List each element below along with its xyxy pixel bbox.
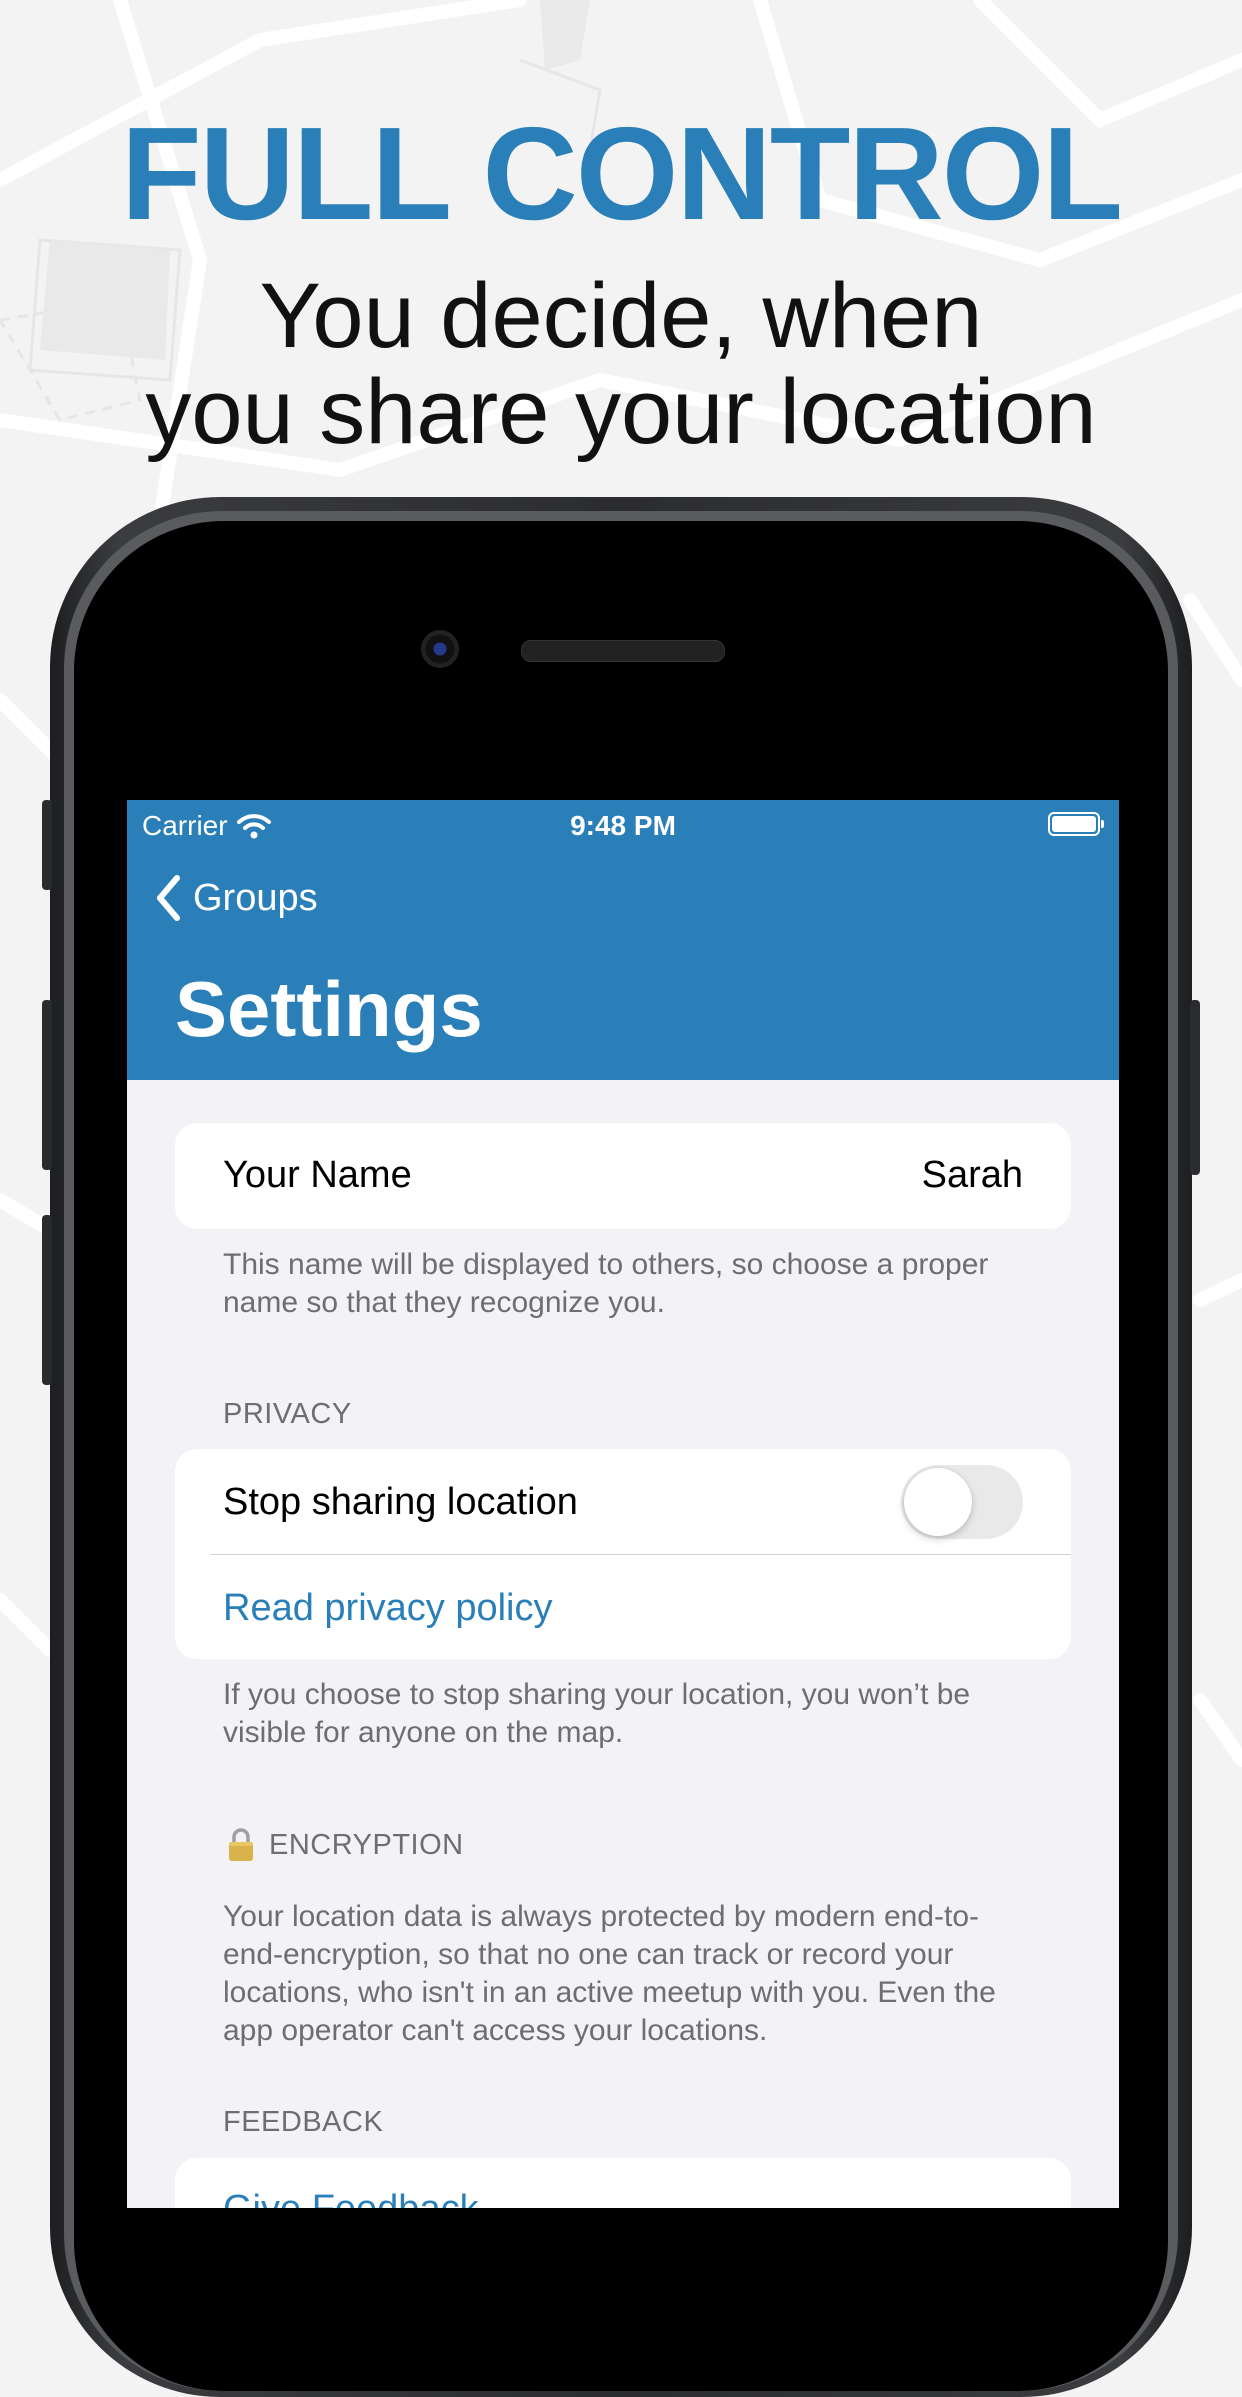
earpiece-speaker bbox=[521, 640, 725, 662]
privacy-card: Stop sharing location Read privacy polic… bbox=[175, 1449, 1071, 1659]
phone-volume-down-button bbox=[42, 1215, 52, 1385]
lock-icon bbox=[229, 1828, 253, 1861]
name-value: Sarah bbox=[921, 1154, 1023, 1196]
feedback-header: FEEDBACK bbox=[223, 2106, 384, 2138]
feedback-card: Give Feedback bbox=[175, 2158, 1071, 2208]
promo-headline: FULL CONTROL bbox=[120, 100, 1123, 247]
page-title: Settings bbox=[175, 965, 483, 1053]
encryption-header: ENCRYPTION bbox=[227, 1827, 464, 1863]
promo-subline: You decide, when you share your location bbox=[0, 268, 1242, 460]
toggle-knob bbox=[904, 1468, 972, 1536]
status-time: 9:48 PM bbox=[570, 810, 676, 841]
stop-sharing-label: Stop sharing location bbox=[223, 1481, 578, 1523]
give-feedback-link[interactable]: Give Feedback bbox=[223, 2188, 1023, 2208]
promo-subline-line-2: you share your location bbox=[145, 361, 1097, 463]
name-footer: This name will be displayed to others, s… bbox=[223, 1248, 989, 1319]
stop-sharing-toggle[interactable] bbox=[901, 1465, 1023, 1539]
name-label: Your Name bbox=[223, 1154, 412, 1196]
phone-volume-up-button bbox=[42, 1000, 52, 1170]
battery-icon bbox=[1048, 812, 1104, 836]
back-button[interactable]: Groups bbox=[155, 874, 318, 922]
phone-power-button bbox=[1190, 1000, 1200, 1175]
front-camera bbox=[421, 630, 459, 668]
encryption-header-label: ENCRYPTION bbox=[269, 1828, 464, 1861]
name-row[interactable]: Your Name Sarah bbox=[223, 1154, 1023, 1197]
encryption-footer: Your location data is always protected b… bbox=[223, 1900, 996, 2047]
chevron-left-icon bbox=[157, 875, 180, 921]
navigation-bar: Carrier 9:48 PM Groups Settings bbox=[127, 800, 1119, 1080]
privacy-policy-link[interactable]: Read privacy policy bbox=[223, 1587, 1023, 1630]
phone-screen: Carrier 9:48 PM Groups Settings Your Nam… bbox=[127, 800, 1119, 2208]
row-separator bbox=[211, 1554, 1071, 1555]
phone-mute-switch bbox=[42, 800, 52, 890]
privacy-footer: If you choose to stop sharing your locat… bbox=[223, 1678, 971, 1749]
promo-subline-line-1: You decide, when bbox=[259, 265, 983, 367]
privacy-header: PRIVACY bbox=[223, 1398, 352, 1430]
name-card: Your Name Sarah bbox=[175, 1123, 1071, 1229]
back-button-label: Groups bbox=[193, 876, 318, 919]
